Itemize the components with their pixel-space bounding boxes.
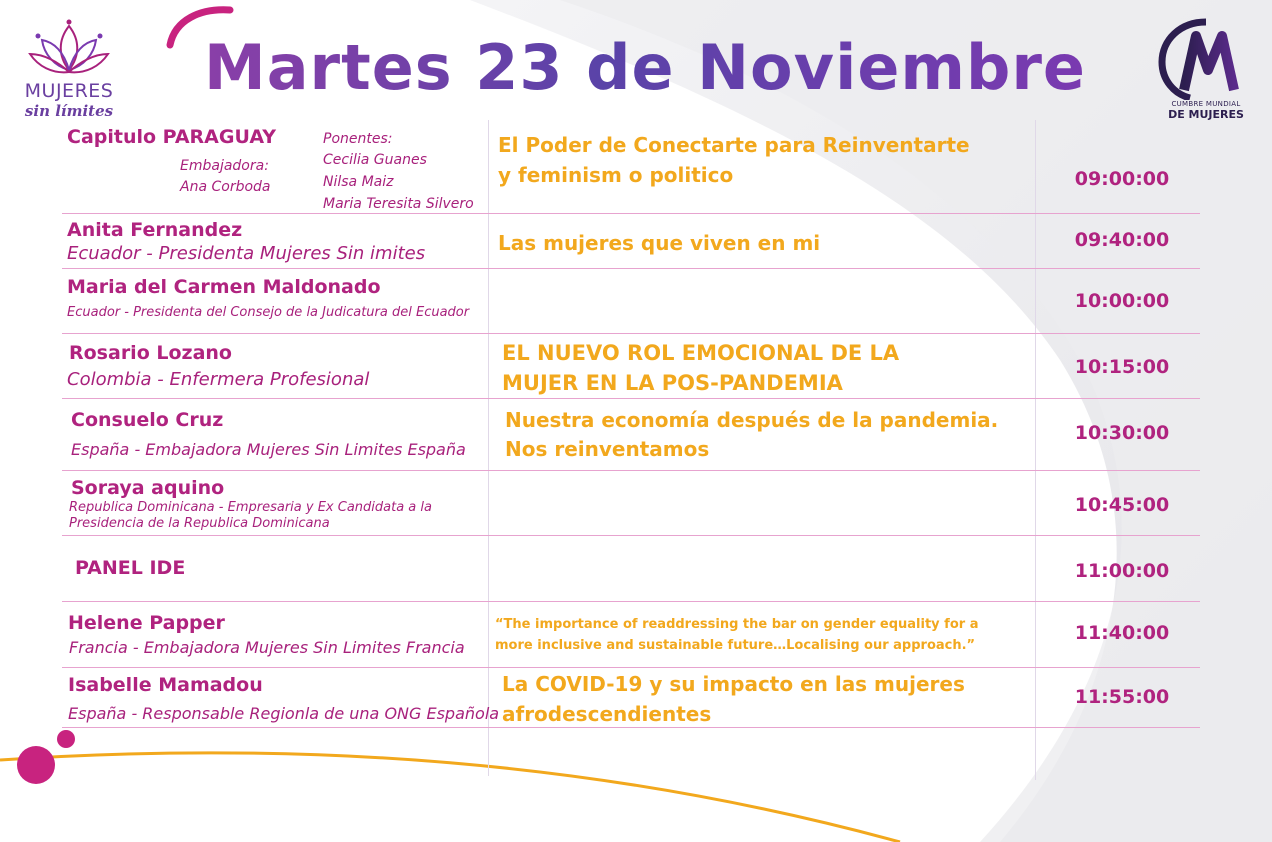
topic-line: El Poder de Conectarte para Reinventarte — [498, 133, 970, 157]
speaker-subtitle: Francia - Embajadora Mujeres Sin Limites… — [69, 638, 465, 657]
speaker-list-item: Cecilia Guanes — [323, 152, 427, 168]
session-time: 11:40:00 — [1074, 622, 1170, 644]
session-time: 09:00:00 — [1074, 168, 1170, 190]
session-time: 10:00:00 — [1074, 290, 1170, 312]
row-divider — [62, 333, 1200, 334]
logo-left-line2: sin límites — [24, 102, 114, 120]
topic-line: more inclusive and sustainable future…Lo… — [495, 638, 976, 653]
decorative-dots — [17, 730, 75, 784]
topic-line: La COVID-19 y su impacto en las mujeres — [502, 672, 965, 696]
speaker-list-item: Nilsa Maiz — [323, 174, 394, 190]
speaker-name: PANEL IDE — [75, 557, 186, 579]
lotus-icon — [28, 19, 110, 74]
topic-line: y feminism o politico — [498, 163, 734, 187]
row-divider — [62, 601, 1200, 602]
speaker-name: Helene Papper — [68, 612, 225, 634]
speaker-name: Isabelle Mamadou — [68, 674, 263, 696]
page-title: Martes 23 de Noviembre — [204, 31, 1086, 104]
topic-line: MUJER EN LA POS-PANDEMIA — [502, 371, 843, 395]
mujeres-sin-limites-logo: MUJERES sin límites — [14, 18, 124, 128]
logo-left-line1: MUJERES — [24, 80, 114, 102]
session-time: 09:40:00 — [1074, 229, 1170, 251]
logo-right-line2: DE MUJERES — [1168, 108, 1244, 121]
topic-line: Nos reinventamos — [505, 437, 710, 461]
speaker-subtitle: España - Embajadora Mujeres Sin Limites … — [71, 440, 466, 459]
row-divider — [62, 667, 1200, 668]
session-time: 10:30:00 — [1074, 422, 1170, 444]
session-time: 10:45:00 — [1074, 494, 1170, 516]
m-emblem-icon — [1158, 18, 1239, 100]
speaker-name: Soraya aquino — [71, 477, 225, 499]
speaker-name: Rosario Lozano — [69, 342, 232, 364]
row-divider — [62, 470, 1200, 471]
topic-line: “The importance of readdressing the bar … — [495, 617, 979, 632]
speaker-subtitle: Republica Dominicana - Empresaria y Ex C… — [69, 500, 432, 515]
speaker-subtitle: Presidencia de la Republica Dominicana — [69, 516, 330, 531]
cumbre-mundial-logo: CUMBRE MUNDIAL DE MUJERES — [1154, 18, 1258, 121]
column-divider-1 — [488, 120, 489, 776]
topic-line: EL NUEVO ROL EMOCIONAL DE LA — [502, 341, 900, 365]
topic-line: Nuestra economía después de la pandemia. — [505, 408, 999, 432]
speaker-subtitle: Ecuador - Presidenta del Consejo de la J… — [67, 305, 470, 320]
speaker-name: Consuelo Cruz — [71, 409, 224, 431]
logo-right-line1: CUMBRE MUNDIAL — [1171, 100, 1241, 108]
speaker-name: Anita Fernandez — [67, 219, 243, 241]
speaker-name: Maria del Carmen Maldonado — [67, 276, 381, 298]
ambassador-name: Ana Corboda — [180, 179, 271, 195]
row-divider — [62, 398, 1200, 399]
session-time: 11:00:00 — [1074, 560, 1170, 582]
speaker-name: Capitulo PARAGUAY — [67, 126, 276, 148]
session-time: 10:15:00 — [1074, 356, 1170, 378]
speakers-label: Ponentes: — [323, 131, 393, 147]
session-time: 11:55:00 — [1074, 686, 1170, 708]
speaker-subtitle: Colombia - Enfermera Profesional — [67, 369, 370, 390]
row-divider — [62, 268, 1200, 269]
row-divider — [62, 213, 1200, 214]
speaker-list-item: Maria Teresita Silvero — [323, 196, 474, 212]
column-divider-2 — [1035, 120, 1036, 780]
speaker-subtitle: España - Responsable Regionla de una ONG… — [68, 704, 500, 723]
ambassador-label: Embajadora: — [180, 158, 269, 174]
topic-line: afrodescendientes — [502, 702, 712, 726]
row-divider — [62, 535, 1200, 536]
topic-line: Las mujeres que viven en mi — [498, 231, 821, 255]
speaker-subtitle: Ecuador - Presidenta Mujeres Sin imites — [67, 243, 426, 264]
